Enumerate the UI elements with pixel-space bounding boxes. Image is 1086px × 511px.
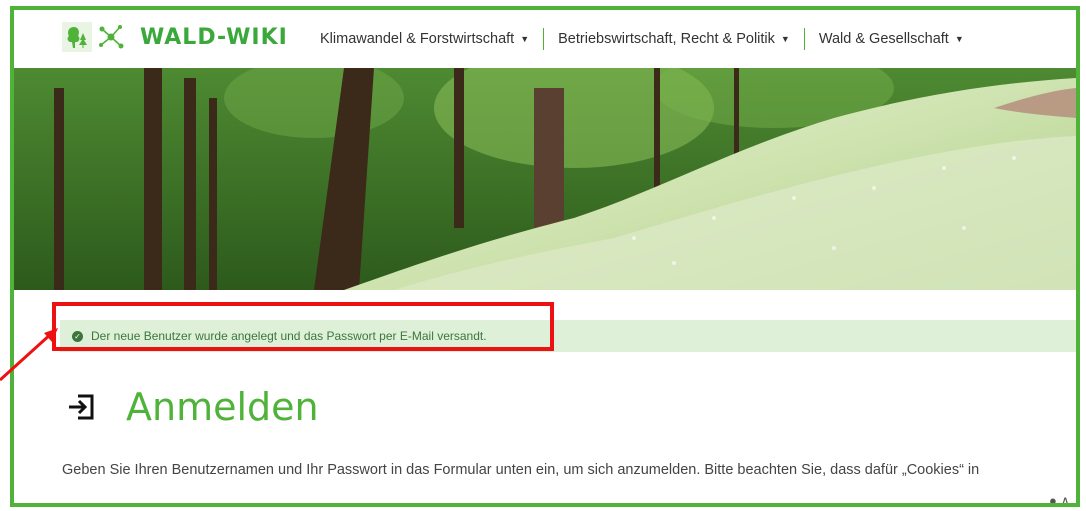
main-content: ✓ Der neue Benutzer wurde angelegt und d… bbox=[14, 290, 1076, 503]
main-nav: Klimawandel & Forstwirtschaft ▼ Betriebs… bbox=[306, 10, 978, 68]
intro-text: Geben Sie Ihren Benutzernamen und Ihr Pa… bbox=[62, 462, 980, 478]
page-title: Anmelden bbox=[126, 385, 319, 429]
logo-text: WALD-WIKI bbox=[140, 24, 288, 50]
alert-message: Der neue Benutzer wurde angelegt und das… bbox=[91, 329, 487, 343]
hero-forest-image bbox=[14, 68, 1076, 290]
success-alert: ✓ Der neue Benutzer wurde angelegt und d… bbox=[60, 320, 1076, 352]
page-heading: Anmelden bbox=[66, 385, 319, 429]
nav-item-klimawandel[interactable]: Klimawandel & Forstwirtschaft ▼ bbox=[306, 31, 543, 47]
check-circle-icon: ✓ bbox=[72, 330, 83, 342]
caret-down-icon: ▼ bbox=[520, 34, 530, 44]
nav-item-label: Klimawandel & Forstwirtschaft bbox=[320, 31, 515, 47]
site-logo[interactable]: WALD-WIKI bbox=[62, 22, 288, 52]
caret-down-icon: ▼ bbox=[780, 34, 790, 44]
scroll-up-icon[interactable]: ● ∧ bbox=[1049, 493, 1070, 503]
nav-item-betriebswirtschaft[interactable]: Betriebswirtschaft, Recht & Politik ▼ bbox=[544, 31, 804, 47]
page-frame: WALD-WIKI Klimawandel & Forstwirtschaft … bbox=[10, 6, 1080, 507]
tree-icon bbox=[62, 22, 92, 52]
nav-item-label: Betriebswirtschaft, Recht & Politik bbox=[558, 31, 775, 47]
network-icon bbox=[96, 22, 126, 52]
login-icon bbox=[69, 394, 94, 420]
caret-down-icon: ▼ bbox=[954, 34, 964, 44]
nav-item-gesellschaft[interactable]: Wald & Gesellschaft ▼ bbox=[805, 31, 978, 47]
nav-item-label: Wald & Gesellschaft bbox=[818, 31, 949, 47]
top-navbar: WALD-WIKI Klimawandel & Forstwirtschaft … bbox=[14, 10, 1076, 68]
